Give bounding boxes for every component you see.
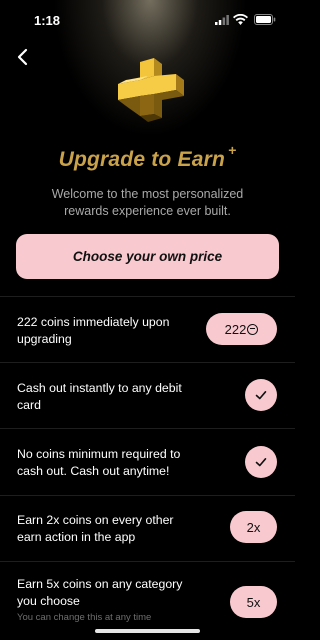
check-icon [255, 391, 267, 400]
choose-price-button[interactable]: Choose your own price [16, 234, 279, 279]
benefit-coins-text: 222 coins immediately upon upgrading [17, 315, 170, 346]
back-arrow-icon[interactable] [12, 46, 34, 68]
cellular-signal-icon [215, 15, 229, 25]
coins-badge-value: 222 [224, 321, 247, 337]
earn-plus-logo-icon [118, 58, 184, 122]
page-title-text: Upgrade to Earn [58, 148, 225, 171]
benefit-2x-text: Earn 2x coins on every other earn action… [17, 513, 174, 544]
no-minimum-check-badge [245, 446, 277, 478]
row-divider [0, 296, 295, 297]
row-divider [0, 561, 295, 562]
benefit-5x-note: You can change this at any time [17, 612, 152, 623]
benefit-5x-text: Earn 5x coins on any category you choose [17, 577, 183, 608]
coins-badge: 222 [206, 313, 277, 345]
page-title-plus-mark: + [227, 142, 237, 158]
check-icon [255, 458, 267, 467]
wifi-icon [233, 14, 248, 25]
page-title: Upgrade to Earn + [0, 142, 295, 172]
multiplier-5x-badge[interactable]: 5x [230, 586, 277, 618]
benefit-cashout-text: Cash out instantly to any debit card [17, 381, 182, 412]
battery-icon [254, 14, 276, 25]
benefit-no-minimum-text: No coins minimum required to cash out. C… [17, 447, 181, 478]
row-divider [0, 495, 295, 496]
home-indicator [95, 629, 200, 633]
coin-icon [247, 323, 259, 335]
cashout-check-badge [245, 379, 277, 411]
page-subtitle: Welcome to the most personalized rewards… [51, 187, 244, 218]
multiplier-2x-badge: 2x [230, 511, 277, 543]
status-bar: 1:18 [0, 0, 295, 40]
status-time: 1:18 [34, 13, 61, 28]
row-divider [0, 428, 295, 429]
row-divider [0, 362, 295, 363]
